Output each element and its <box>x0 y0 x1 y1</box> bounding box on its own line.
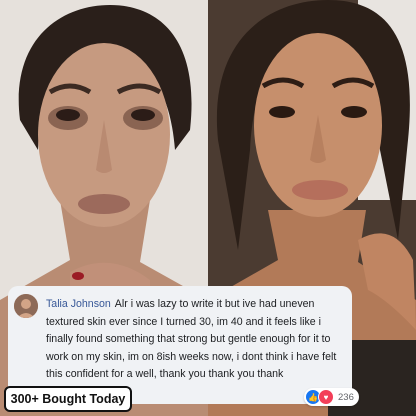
reviewer-avatar <box>14 294 38 318</box>
review-comment: Alr i was lazy to write it but ive had u… <box>46 298 337 381</box>
badge-label: 300+ Bought Today <box>10 392 126 406</box>
reaction-count: 236 <box>338 391 354 403</box>
love-icon: ♥ <box>318 389 334 405</box>
bought-today-badge: 300+ Bought Today <box>4 386 132 412</box>
reactions-summary[interactable]: 👍 ♥ 236 <box>304 388 359 406</box>
reviewer-name[interactable]: Talia Johnson <box>46 298 111 310</box>
review-text: Talia Johnson Alr i was lazy to write it … <box>46 296 346 384</box>
avatar-icon <box>14 294 38 318</box>
